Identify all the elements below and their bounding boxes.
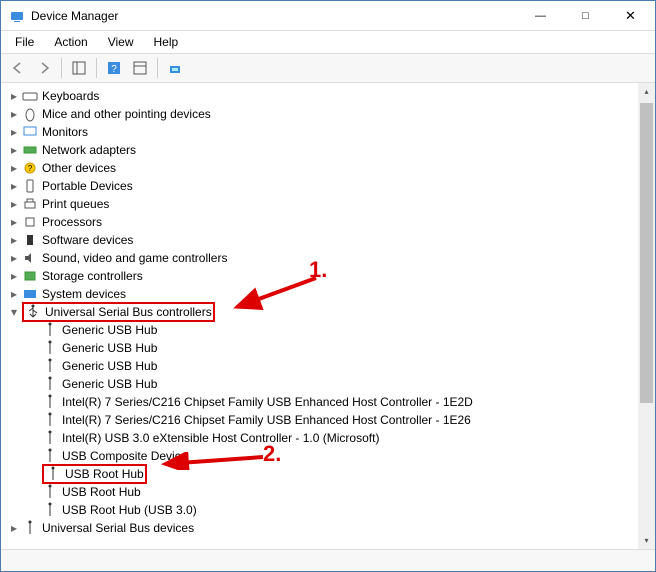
statusbar (1, 549, 655, 571)
tree-item-usb-controllers[interactable]: ▾ Universal Serial Bus controllers (5, 303, 655, 321)
chevron-right-icon[interactable]: ▸ (7, 251, 21, 265)
other-icon: ? (22, 160, 38, 176)
show-hide-tree-button[interactable] (68, 57, 90, 79)
tree-item-mice[interactable]: ▸Mice and other pointing devices (5, 105, 655, 123)
toolbar-separator (61, 58, 62, 78)
help-button[interactable]: ? (103, 57, 125, 79)
usb-icon (42, 376, 58, 392)
chevron-down-icon[interactable]: ▾ (7, 305, 21, 319)
menu-file[interactable]: File (7, 33, 42, 51)
usb-icon (42, 358, 58, 374)
usb-icon (42, 484, 58, 500)
software-icon (22, 232, 38, 248)
tree-item-keyboards[interactable]: ▸Keyboards (5, 87, 655, 105)
tree-item-storage[interactable]: ▸Storage controllers (5, 267, 655, 285)
usb-icon (45, 466, 61, 482)
minimize-button[interactable]: — (518, 2, 563, 30)
system-icon (22, 286, 38, 302)
chevron-right-icon[interactable]: ▸ (7, 179, 21, 193)
mouse-icon (22, 106, 38, 122)
toolbar: ? (1, 54, 655, 83)
scroll-thumb[interactable] (640, 103, 653, 403)
tree-item-generic-usb-hub[interactable]: Generic USB Hub (25, 321, 655, 339)
usb-icon (42, 502, 58, 518)
close-button[interactable]: ✕ (608, 2, 653, 30)
scroll-down-button[interactable]: ▾ (638, 532, 655, 549)
tree-item-other[interactable]: ▸?Other devices (5, 159, 655, 177)
chevron-right-icon[interactable]: ▸ (7, 107, 21, 121)
app-icon (9, 8, 25, 24)
tree-item-portable[interactable]: ▸Portable Devices (5, 177, 655, 195)
usb-icon (42, 412, 58, 428)
tree-item-software[interactable]: ▸Software devices (5, 231, 655, 249)
back-button[interactable] (7, 57, 29, 79)
usb-icon (42, 430, 58, 446)
tree-item-usb-composite[interactable]: USB Composite Device (25, 447, 655, 465)
tree-item-system[interactable]: ▸System devices (5, 285, 655, 303)
usb-icon (25, 304, 41, 320)
usb-icon (22, 520, 38, 536)
tree-item-usb-root-hub-2[interactable]: USB Root Hub (25, 483, 655, 501)
portable-icon (22, 178, 38, 194)
toolbar-separator (157, 58, 158, 78)
chevron-right-icon[interactable]: ▸ (7, 269, 21, 283)
chevron-right-icon[interactable]: ▸ (7, 197, 21, 211)
vertical-scrollbar[interactable]: ▴ ▾ (638, 83, 655, 549)
usb-icon (42, 340, 58, 356)
properties-button[interactable] (129, 57, 151, 79)
menu-view[interactable]: View (100, 33, 142, 51)
tree-item-sound[interactable]: ▸Sound, video and game controllers (5, 249, 655, 267)
menu-help[interactable]: Help (146, 33, 187, 51)
chevron-right-icon[interactable]: ▸ (7, 125, 21, 139)
tree-item-processors[interactable]: ▸Processors (5, 213, 655, 231)
chevron-right-icon[interactable]: ▸ (7, 161, 21, 175)
storage-icon (22, 268, 38, 284)
usb-icon (42, 448, 58, 464)
tree-item-intel-usb-30[interactable]: Intel(R) USB 3.0 eXtensible Host Control… (25, 429, 655, 447)
tree-item-network[interactable]: ▸Network adapters (5, 141, 655, 159)
device-tree-pane: ▸Keyboards ▸Mice and other pointing devi… (1, 83, 655, 549)
chevron-right-icon[interactable]: ▸ (7, 521, 21, 535)
tree-item-generic-usb-hub[interactable]: Generic USB Hub (25, 339, 655, 357)
processor-icon (22, 214, 38, 230)
svg-text:?: ? (28, 164, 33, 173)
scan-hardware-button[interactable] (164, 57, 186, 79)
scroll-up-button[interactable]: ▴ (638, 83, 655, 100)
keyboard-icon (22, 88, 38, 104)
sound-icon (22, 250, 38, 266)
device-manager-window: Device Manager — □ ✕ File Action View He… (0, 0, 656, 572)
tree-item-usb-root-hub-1[interactable]: USB Root Hub (25, 465, 655, 483)
menubar: File Action View Help (1, 31, 655, 54)
svg-text:?: ? (111, 64, 117, 75)
usb-icon (42, 322, 58, 338)
tree-item-usb-root-hub-30[interactable]: USB Root Hub (USB 3.0) (25, 501, 655, 519)
chevron-right-icon[interactable]: ▸ (7, 89, 21, 103)
menu-action[interactable]: Action (46, 33, 95, 51)
chevron-right-icon[interactable]: ▸ (7, 215, 21, 229)
tree-item-monitors[interactable]: ▸Monitors (5, 123, 655, 141)
chevron-right-icon[interactable]: ▸ (7, 287, 21, 301)
tree-item-printqueues[interactable]: ▸Print queues (5, 195, 655, 213)
monitor-icon (22, 124, 38, 140)
tree-item-generic-usb-hub[interactable]: Generic USB Hub (25, 375, 655, 393)
tree-item-intel-usb-1e2d[interactable]: Intel(R) 7 Series/C216 Chipset Family US… (25, 393, 655, 411)
usb-icon (42, 394, 58, 410)
tree-item-generic-usb-hub[interactable]: Generic USB Hub (25, 357, 655, 375)
tree-item-intel-usb-1e26[interactable]: Intel(R) 7 Series/C216 Chipset Family US… (25, 411, 655, 429)
toolbar-separator (96, 58, 97, 78)
chevron-right-icon[interactable]: ▸ (7, 143, 21, 157)
network-icon (22, 142, 38, 158)
printer-icon (22, 196, 38, 212)
chevron-right-icon[interactable]: ▸ (7, 233, 21, 247)
maximize-button[interactable]: □ (563, 2, 608, 30)
window-title: Device Manager (31, 9, 518, 23)
forward-button[interactable] (33, 57, 55, 79)
titlebar: Device Manager — □ ✕ (1, 1, 655, 31)
tree-item-usb-devices[interactable]: ▸Universal Serial Bus devices (5, 519, 655, 537)
